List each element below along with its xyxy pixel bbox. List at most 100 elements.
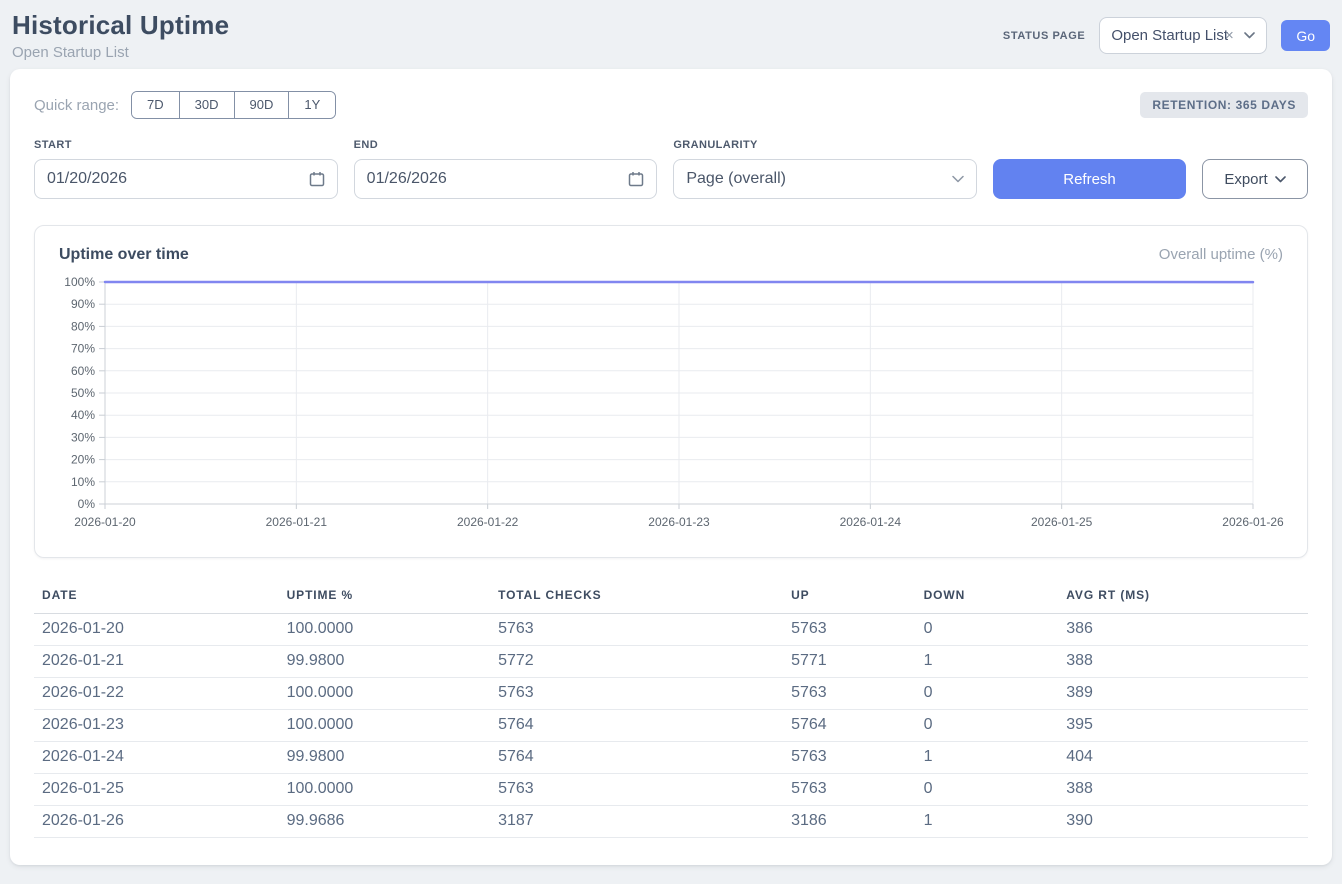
granularity-label: GRANULARITY xyxy=(673,139,977,151)
table-cell: 1 xyxy=(916,742,1059,774)
table-cell: 100.0000 xyxy=(279,774,490,806)
uptime-table: DATEUPTIME %TOTAL CHECKSUPDOWNAVG RT (MS… xyxy=(34,582,1308,838)
table-row: 2026-01-2199.9800577257711388 xyxy=(34,646,1308,678)
export-button[interactable]: Export xyxy=(1202,159,1308,199)
table-cell: 0 xyxy=(916,774,1059,806)
table-cell: 1 xyxy=(916,646,1059,678)
table-cell: 5764 xyxy=(490,742,783,774)
table-row: 2026-01-20100.0000576357630386 xyxy=(34,614,1308,646)
calendar-icon[interactable] xyxy=(628,171,644,187)
go-button[interactable]: Go xyxy=(1281,20,1330,51)
table-cell: 389 xyxy=(1058,678,1308,710)
uptime-chart: 100%90%80%70%60%50%40%30%20%10%0%2026-01… xyxy=(59,274,1283,543)
title-block: Historical Uptime Open Startup List xyxy=(12,10,229,61)
quick-range-30d-button[interactable]: 30D xyxy=(179,92,234,118)
svg-text:0%: 0% xyxy=(78,497,96,511)
svg-text:2026-01-22: 2026-01-22 xyxy=(457,515,519,529)
svg-text:2026-01-24: 2026-01-24 xyxy=(840,515,902,529)
column-header: UP xyxy=(783,582,915,614)
end-date-field: END 01/26/2026 xyxy=(354,139,658,199)
quick-range-label: Quick range: xyxy=(34,97,119,114)
quick-range-90d-button[interactable]: 90D xyxy=(234,92,289,118)
table-cell: 99.9800 xyxy=(279,742,490,774)
table-cell: 100.0000 xyxy=(279,710,490,742)
quick-range-group: 7D30D90D1Y xyxy=(131,91,336,119)
table-cell: 5763 xyxy=(490,774,783,806)
svg-text:2026-01-25: 2026-01-25 xyxy=(1031,515,1093,529)
uptime-chart-card: Uptime over time Overall uptime (%) 100%… xyxy=(34,225,1308,558)
svg-text:2026-01-21: 2026-01-21 xyxy=(266,515,328,529)
granularity-select[interactable]: Page (overall) xyxy=(673,159,977,199)
table-cell: 2026-01-25 xyxy=(34,774,279,806)
svg-text:60%: 60% xyxy=(71,364,95,378)
table-cell: 2026-01-24 xyxy=(34,742,279,774)
table-row: 2026-01-22100.0000576357630389 xyxy=(34,678,1308,710)
table-cell: 2026-01-23 xyxy=(34,710,279,742)
status-page-select[interactable]: Open Startup List× xyxy=(1099,17,1267,54)
svg-text:50%: 50% xyxy=(71,386,95,400)
table-cell: 3187 xyxy=(490,806,783,838)
export-button-label: Export xyxy=(1224,171,1267,188)
table-cell: 388 xyxy=(1058,646,1308,678)
filters-row-main: START 01/20/2026 END 01/26/2026 GRANULAR… xyxy=(34,139,1308,199)
table-cell: 100.0000 xyxy=(279,614,490,646)
granularity-value: Page (overall) xyxy=(686,170,786,188)
table-cell: 99.9800 xyxy=(279,646,490,678)
refresh-button[interactable]: Refresh xyxy=(993,159,1186,199)
table-cell: 5763 xyxy=(783,774,915,806)
svg-text:2026-01-20: 2026-01-20 xyxy=(74,515,136,529)
table-row: 2026-01-2499.9800576457631404 xyxy=(34,742,1308,774)
filters-row-quick-range: Quick range: 7D30D90D1Y RETENTION: 365 D… xyxy=(34,91,1308,119)
quick-range-1y-button[interactable]: 1Y xyxy=(288,92,335,118)
table-body: 2026-01-20100.00005763576303862026-01-21… xyxy=(34,614,1308,838)
table-cell: 0 xyxy=(916,678,1059,710)
table-cell: 386 xyxy=(1058,614,1308,646)
table-cell: 0 xyxy=(916,614,1059,646)
table-cell: 2026-01-21 xyxy=(34,646,279,678)
end-date-value: 01/26/2026 xyxy=(367,170,447,188)
table-row: 2026-01-25100.0000576357630388 xyxy=(34,774,1308,806)
start-date-field: START 01/20/2026 xyxy=(34,139,338,199)
table-cell: 5763 xyxy=(490,678,783,710)
table-cell: 2026-01-22 xyxy=(34,678,279,710)
table-cell: 388 xyxy=(1058,774,1308,806)
chart-title: Uptime over time xyxy=(59,246,189,264)
table-cell: 5763 xyxy=(490,614,783,646)
table-cell: 395 xyxy=(1058,710,1308,742)
column-header: AVG RT (MS) xyxy=(1058,582,1308,614)
svg-text:70%: 70% xyxy=(71,342,95,356)
status-page-select-value: Open Startup List xyxy=(1111,27,1228,44)
start-date-input[interactable]: 01/20/2026 xyxy=(34,159,338,199)
table-cell: 5764 xyxy=(783,710,915,742)
table-cell: 5764 xyxy=(490,710,783,742)
clear-selection-icon[interactable]: × xyxy=(1225,27,1234,44)
svg-text:90%: 90% xyxy=(71,297,95,311)
column-header: TOTAL CHECKS xyxy=(490,582,783,614)
table-cell: 0 xyxy=(916,710,1059,742)
svg-text:100%: 100% xyxy=(64,275,95,289)
svg-text:80%: 80% xyxy=(71,319,95,333)
table-cell: 5763 xyxy=(783,742,915,774)
table-cell: 3186 xyxy=(783,806,915,838)
end-date-label: END xyxy=(354,139,658,151)
start-date-label: START xyxy=(34,139,338,151)
svg-text:20%: 20% xyxy=(71,453,95,467)
status-page-label: STATUS PAGE xyxy=(1003,30,1085,42)
quick-range-7d-button[interactable]: 7D xyxy=(132,92,179,118)
column-header: UPTIME % xyxy=(279,582,490,614)
table-cell: 2026-01-26 xyxy=(34,806,279,838)
chevron-down-icon xyxy=(952,175,964,183)
main-card: Quick range: 7D30D90D1Y RETENTION: 365 D… xyxy=(10,69,1332,865)
table-cell: 404 xyxy=(1058,742,1308,774)
calendar-icon[interactable] xyxy=(309,171,325,187)
page-header: Historical Uptime Open Startup List STAT… xyxy=(0,0,1342,69)
end-date-input[interactable]: 01/26/2026 xyxy=(354,159,658,199)
table-cell: 99.9686 xyxy=(279,806,490,838)
table-cell: 100.0000 xyxy=(279,678,490,710)
svg-text:2026-01-26: 2026-01-26 xyxy=(1222,515,1284,529)
chevron-down-icon xyxy=(1275,176,1286,183)
svg-text:10%: 10% xyxy=(71,475,95,489)
column-header: DATE xyxy=(34,582,279,614)
chevron-down-icon xyxy=(1244,32,1255,39)
start-date-value: 01/20/2026 xyxy=(47,170,127,188)
